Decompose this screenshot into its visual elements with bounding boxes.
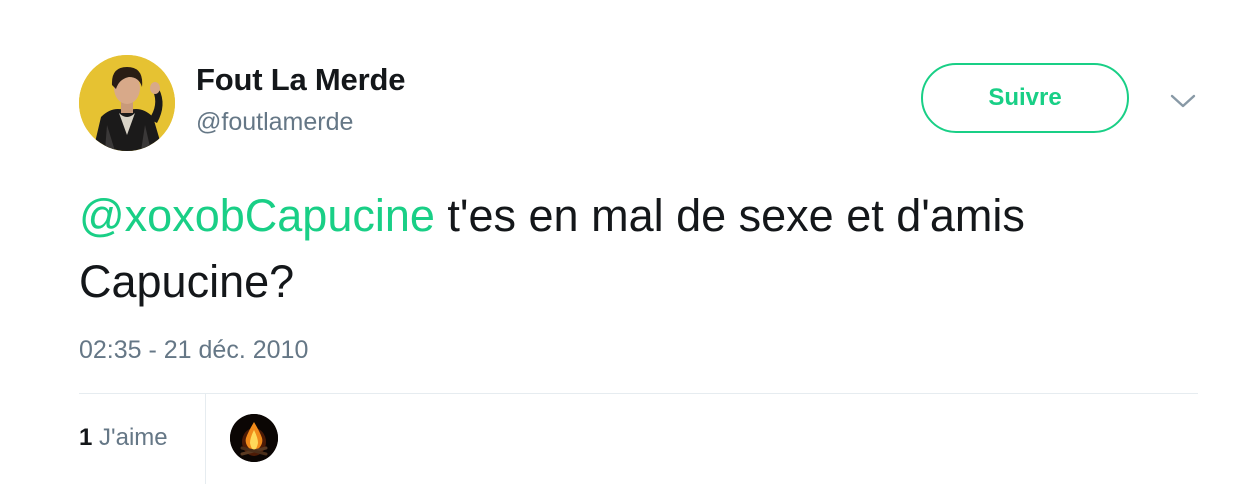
tweet-timestamp[interactable]: 02:35 - 21 déc. 2010 — [79, 336, 308, 365]
follow-button[interactable]: Suivre — [921, 63, 1129, 133]
likes-count: 1 — [79, 424, 93, 451]
tweet-card: Fout La Merde @foutlamerde Suivre @xoxob… — [0, 0, 1254, 484]
chevron-down-icon — [1170, 94, 1196, 108]
author-name[interactable]: Fout La Merde — [196, 62, 405, 98]
divider — [79, 393, 1198, 394]
tweet-text: @xoxobCapucine t'es en mal de sexe et d'… — [79, 183, 1169, 315]
likes-label: J'aime — [99, 424, 168, 451]
stats-divider — [205, 394, 206, 484]
liker-avatar[interactable] — [230, 414, 278, 462]
likes-stat[interactable]: 1 J'aime — [79, 424, 168, 452]
author-avatar[interactable] — [79, 55, 175, 151]
author-handle[interactable]: @foutlamerde — [196, 108, 353, 137]
tweet-menu-button[interactable] — [1166, 86, 1200, 116]
mention-link[interactable]: @xoxobCapucine — [79, 190, 435, 241]
profile-photo-icon — [79, 55, 175, 151]
campfire-icon — [230, 414, 278, 462]
